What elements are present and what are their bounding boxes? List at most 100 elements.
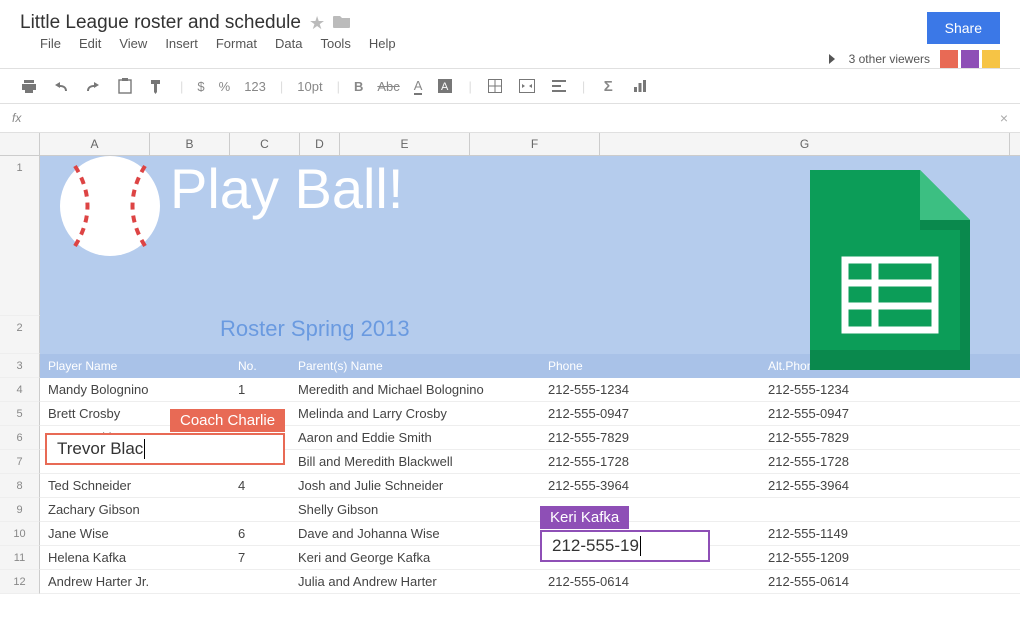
font-size[interactable]: 10pt [297,79,322,94]
row-header-11[interactable]: 11 [0,546,40,570]
col-header-B[interactable]: B [150,133,230,155]
cell[interactable] [230,570,290,593]
row-header-6[interactable]: 6 [0,426,40,450]
col-header-E[interactable]: E [340,133,470,155]
cell[interactable]: Dave and Johanna Wise [290,522,540,545]
cell[interactable]: 212-555-1728 [760,450,960,473]
doc-title[interactable]: Little League roster and schedule [20,12,301,34]
borders-icon[interactable] [486,77,504,95]
viewer-chip-3[interactable] [982,50,1000,68]
row-header-3[interactable]: 3 [0,354,40,378]
row-header-4[interactable]: 4 [0,378,40,402]
row-header-1[interactable]: 1 [0,156,40,316]
collaborator-edit-charlie[interactable]: Trevor Blac [45,433,285,465]
cell[interactable]: 212-555-1234 [760,378,960,401]
cell[interactable]: Aaron and Eddie Smith [290,426,540,449]
cell[interactable]: 4 [230,474,290,497]
cell[interactable]: Mandy Bolognino [40,378,230,401]
folder-icon[interactable] [333,14,351,33]
col-header-C[interactable]: C [230,133,300,155]
cell[interactable] [230,498,290,521]
cell[interactable]: 212-555-7829 [760,426,960,449]
cell[interactable]: Jane Wise [40,522,230,545]
cell[interactable] [760,498,960,521]
cell[interactable]: 212-555-0614 [760,570,960,593]
cell[interactable]: 212-555-1209 [760,546,960,569]
cell[interactable]: 212-555-0947 [540,402,760,425]
cell[interactable]: 212-555-1728 [540,450,760,473]
col-header-A[interactable]: A [40,133,150,155]
table-header-cell[interactable]: Phone [540,354,760,378]
cell[interactable]: 212-555-3964 [760,474,960,497]
col-header-F[interactable]: F [470,133,600,155]
currency-format[interactable]: $ [197,79,204,94]
row-header-5[interactable]: 5 [0,402,40,426]
formula-bar[interactable]: fx × [0,104,1020,133]
share-button[interactable]: Share [927,12,1000,44]
row-header-9[interactable]: 9 [0,498,40,522]
row-header-12[interactable]: 12 [0,570,40,594]
menu-edit[interactable]: Edit [79,36,101,51]
row-header-10[interactable]: 10 [0,522,40,546]
chart-icon[interactable] [631,77,649,95]
fill-color-icon[interactable]: A [436,77,454,95]
sigma-icon[interactable]: Σ [599,77,617,95]
cell[interactable]: Andrew Harter Jr. [40,570,230,593]
cell[interactable]: Bill and Meredith Blackwell [290,450,540,473]
cell[interactable]: 212-555-3964 [540,474,760,497]
cell[interactable]: Keri and George Kafka [290,546,540,569]
table-header-cell[interactable]: Parent(s) Name [290,354,540,378]
cell[interactable]: Meredith and Michael Bolognino [290,378,540,401]
cell[interactable]: 212-555-1149 [760,522,960,545]
strikethrough-button[interactable]: Abc [377,79,399,94]
menu-insert[interactable]: Insert [165,36,198,51]
star-icon[interactable]: ★ [309,13,325,34]
cell[interactable]: Melinda and Larry Crosby [290,402,540,425]
align-icon[interactable] [550,77,568,95]
percent-format[interactable]: % [219,79,231,94]
print-icon[interactable] [20,77,38,95]
table-row: Jane Wise6Dave and Johanna Wise 212-555-1… [40,522,1020,546]
viewer-chip-1[interactable] [940,50,958,68]
cell[interactable]: 212-555-1234 [540,378,760,401]
number-format[interactable]: 123 [244,79,266,94]
bold-button[interactable]: B [354,79,363,94]
text-color-button[interactable]: A [414,78,423,95]
collaborator-edit-keri[interactable]: 212-555-19 [540,530,710,562]
cell[interactable]: 212-555-7829 [540,426,760,449]
cell[interactable]: Ted Schneider [40,474,230,497]
redo-icon[interactable] [84,77,102,95]
cell[interactable]: 212-555-0614 [540,570,760,593]
cell[interactable]: Helena Kafka [40,546,230,569]
cell[interactable]: Shelly Gibson [290,498,540,521]
cell[interactable]: 212-555-0947 [760,402,960,425]
cell[interactable]: 6 [230,522,290,545]
col-header-D[interactable]: D [300,133,340,155]
menu-view[interactable]: View [119,36,147,51]
table-header-cell[interactable]: No. [230,354,290,378]
viewer-chip-2[interactable] [961,50,979,68]
cell[interactable]: Zachary Gibson [40,498,230,521]
row-header-7[interactable]: 7 [0,450,40,474]
table-header-cell[interactable]: Player Name [40,354,230,378]
menu-bar: File Edit View Insert Format Data Tools … [20,34,416,59]
cell[interactable]: Julia and Andrew Harter [290,570,540,593]
viewers-text[interactable]: 3 other viewers [849,52,930,66]
clipboard-icon[interactable] [116,77,134,95]
menu-tools[interactable]: Tools [320,36,350,51]
paint-format-icon[interactable] [148,77,166,95]
close-icon[interactable]: × [1000,110,1008,126]
menu-data[interactable]: Data [275,36,302,51]
menu-help[interactable]: Help [369,36,396,51]
undo-icon[interactable] [52,77,70,95]
cell[interactable]: 7 [230,546,290,569]
menu-file[interactable]: File [40,36,61,51]
row-header-2[interactable]: 2 [0,316,40,354]
col-header-G[interactable]: G [600,133,1010,155]
merge-icon[interactable] [518,77,536,95]
cell[interactable]: 1 [230,378,290,401]
menu-format[interactable]: Format [216,36,257,51]
cell[interactable]: Josh and Julie Schneider [290,474,540,497]
row-header-8[interactable]: 8 [0,474,40,498]
select-all-corner[interactable] [0,133,40,155]
